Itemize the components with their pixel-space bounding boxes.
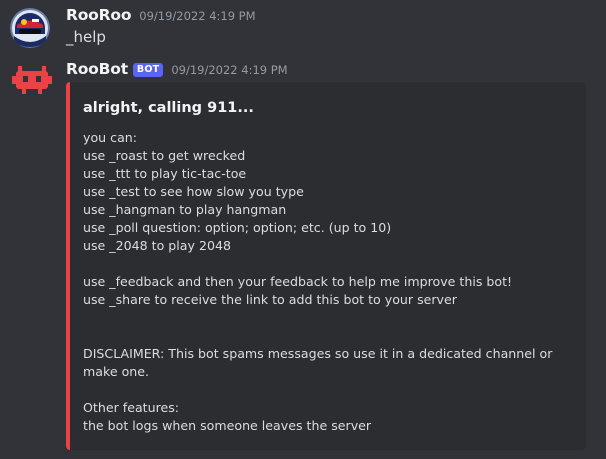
author-name[interactable]: RooRoo — [66, 6, 131, 24]
embed-line — [83, 255, 578, 273]
embed-title: alright, calling 911... — [83, 100, 254, 116]
embed-line — [83, 381, 578, 399]
embed-line: use _feedback and then your feedback to … — [83, 274, 513, 289]
embed-line: use _test to see how slow you type — [83, 184, 304, 199]
author-name[interactable]: RooBot — [66, 60, 128, 78]
embed-line: the bot logs when someone leaves the ser… — [83, 418, 372, 433]
embed-disclaimer: DISCLAIMER: This bot spams messages so u… — [83, 346, 553, 379]
message-header: RooBot BOT 09/19/2022 4:19 PM — [66, 60, 288, 79]
embed-line: use _roast to get wrecked — [83, 148, 246, 163]
bot-badge: BOT — [132, 63, 164, 77]
embed-line — [83, 309, 578, 327]
embed-line: use _poll question: option; option; etc.… — [83, 220, 392, 235]
embed-line: use _ttt to play tic-tac-toe — [83, 166, 247, 181]
embed-line: use _2048 to play 2048 — [83, 238, 232, 253]
message-text: _help — [66, 28, 106, 46]
user-avatar-icon[interactable] — [10, 8, 50, 48]
embed-description: you can: use _roast to get wrecked use _… — [83, 129, 578, 435]
embed-line: Other features: — [83, 400, 180, 415]
embed-line: you can: — [83, 130, 138, 145]
message-header: RooRoo 09/19/2022 4:19 PM — [66, 6, 256, 24]
message-timestamp: 09/19/2022 4:19 PM — [139, 9, 256, 23]
embed-line: use _hangman to play hangman — [83, 202, 287, 217]
roobot-avatar-icon[interactable] — [10, 60, 54, 100]
help-embed: alright, calling 911... you can: use _ro… — [66, 82, 586, 450]
chat-messages: RooRoo 09/19/2022 4:19 PM _help RooBot B… — [0, 0, 606, 459]
embed-line — [83, 327, 578, 345]
message-timestamp: 09/19/2022 4:19 PM — [171, 63, 288, 77]
embed-line: use _share to receive the link to add th… — [83, 292, 457, 307]
